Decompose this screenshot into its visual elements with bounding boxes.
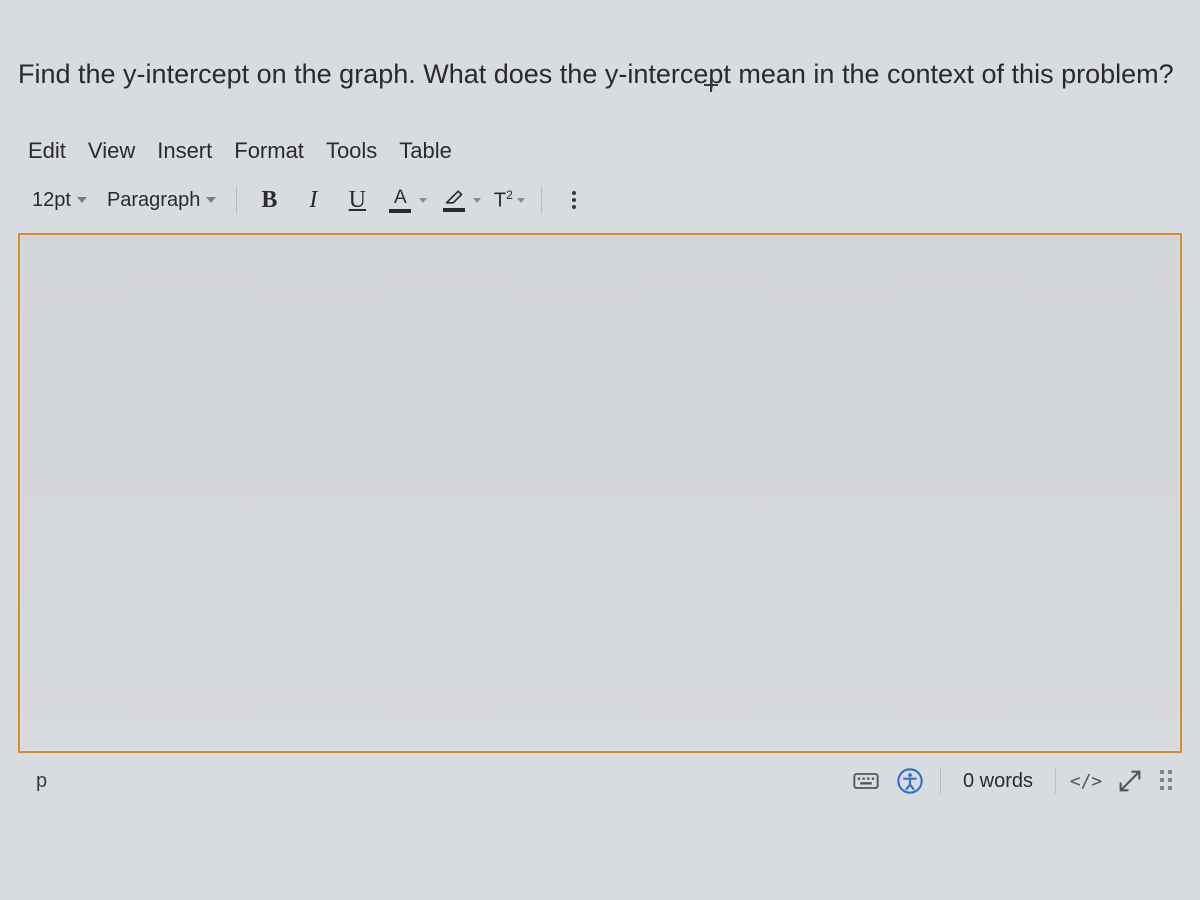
- text-color-dropdown[interactable]: A: [379, 182, 433, 218]
- chevron-down-icon: [473, 198, 481, 203]
- more-vertical-icon: [562, 191, 586, 209]
- chevron-down-icon: [77, 197, 87, 203]
- keyboard-icon: [852, 767, 880, 795]
- superscript-icon: T2: [494, 188, 513, 213]
- font-size-label: 12pt: [32, 189, 71, 212]
- accessibility-button[interactable]: [896, 767, 924, 795]
- question-prompt: Find the y-intercept on the graph. What …: [18, 8, 1188, 128]
- highlighter-icon: [439, 188, 469, 212]
- text-cursor-marker: [704, 78, 718, 92]
- rich-text-editor: Edit View Insert Format Tools Table 12pt…: [18, 128, 1188, 795]
- italic-button[interactable]: I: [291, 182, 335, 218]
- editor-content-area[interactable]: [18, 233, 1182, 753]
- word-count: 0 words: [957, 770, 1039, 793]
- html-view-button[interactable]: </>: [1072, 767, 1100, 795]
- menubar: Edit View Insert Format Tools Table: [18, 132, 1188, 174]
- statusbar-separator: [1055, 768, 1056, 794]
- element-path[interactable]: p: [36, 770, 47, 793]
- keyboard-button[interactable]: [852, 767, 880, 795]
- accessibility-icon: [896, 767, 924, 795]
- chevron-down-icon: [206, 197, 216, 203]
- toolbar-separator: [541, 186, 542, 214]
- menu-table[interactable]: Table: [399, 138, 452, 164]
- resize-handle[interactable]: [1160, 770, 1178, 792]
- text-color-icon: A: [385, 188, 415, 213]
- chevron-down-icon: [419, 198, 427, 203]
- statusbar-separator: [940, 768, 941, 794]
- menu-insert[interactable]: Insert: [157, 138, 212, 164]
- statusbar-right: 0 words </>: [852, 767, 1178, 795]
- underline-button[interactable]: U: [335, 182, 379, 218]
- statusbar: p: [18, 753, 1188, 795]
- block-format-label: Paragraph: [107, 189, 200, 212]
- bold-button[interactable]: B: [247, 182, 291, 218]
- toolbar: 12pt Paragraph B I U: [18, 174, 1188, 229]
- fullscreen-icon: [1116, 767, 1144, 795]
- bold-icon: B: [261, 187, 277, 214]
- block-format-dropdown[interactable]: Paragraph: [97, 182, 226, 218]
- menu-tools[interactable]: Tools: [326, 138, 377, 164]
- more-options-button[interactable]: [552, 182, 596, 218]
- italic-icon: I: [309, 187, 317, 214]
- menu-format[interactable]: Format: [234, 138, 304, 164]
- text-style-group: B I U A: [247, 182, 531, 218]
- menu-view[interactable]: View: [88, 138, 135, 164]
- chevron-down-icon: [517, 198, 525, 203]
- highlight-color-dropdown[interactable]: [433, 182, 487, 218]
- underline-icon: U: [349, 187, 366, 214]
- prompt-text: Find the y-intercept on the graph. What …: [18, 59, 1174, 89]
- editor-page: Find the y-intercept on the graph. What …: [0, 8, 1200, 795]
- font-size-dropdown[interactable]: 12pt: [22, 182, 97, 218]
- menu-edit[interactable]: Edit: [28, 138, 66, 164]
- fullscreen-button[interactable]: [1116, 767, 1144, 795]
- toolbar-separator: [236, 186, 237, 214]
- superscript-dropdown[interactable]: T2: [487, 182, 531, 218]
